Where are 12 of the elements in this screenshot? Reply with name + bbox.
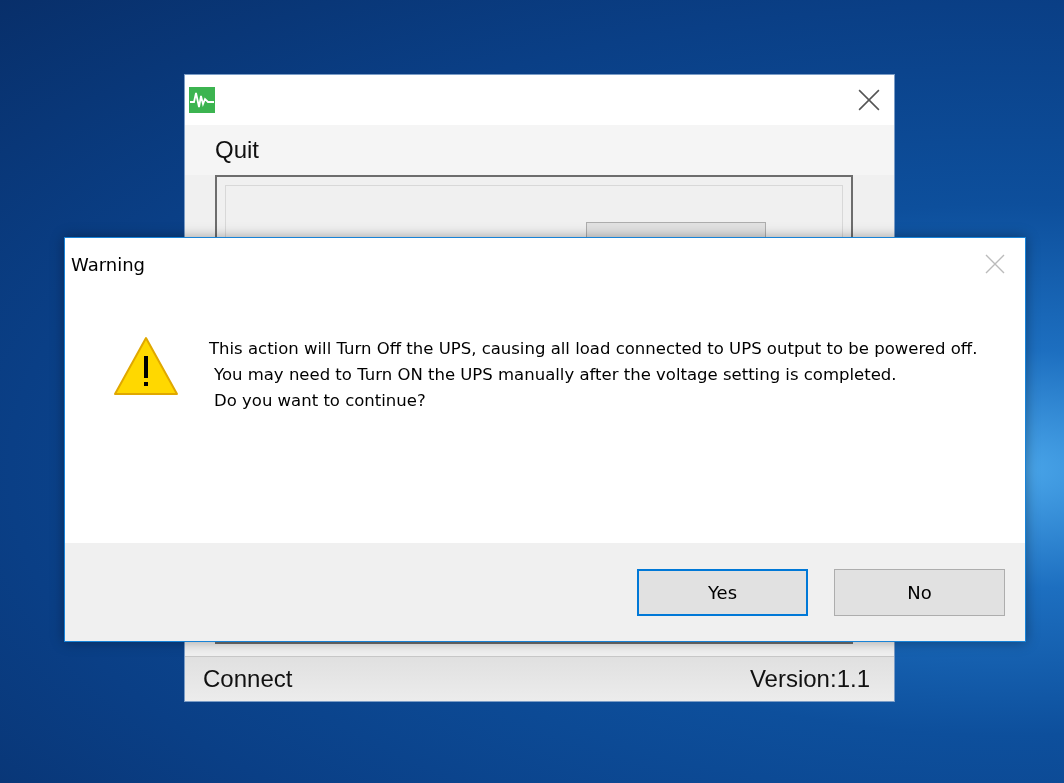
version-label: Version:1.1 <box>749 665 870 693</box>
menu-item[interactable]: Quit <box>215 136 259 164</box>
warning-message: Do you want to continue? <box>213 390 427 412</box>
connection-status: Connect <box>203 665 293 693</box>
warning-icon <box>113 336 179 396</box>
dialog-title: Warning <box>71 253 145 275</box>
no-button[interactable]: No <box>834 568 1005 616</box>
warning-message: This action will Turn Off the UPS, causing all load connected to UPS output to be powered off. <box>209 338 979 360</box>
yes-button[interactable]: Yes <box>637 568 808 616</box>
close-icon[interactable] <box>858 89 880 111</box>
warning-message: You may need to Turn ON the UPS manually after the voltage setting is completed. <box>213 364 898 386</box>
waveform-icon <box>189 87 215 113</box>
